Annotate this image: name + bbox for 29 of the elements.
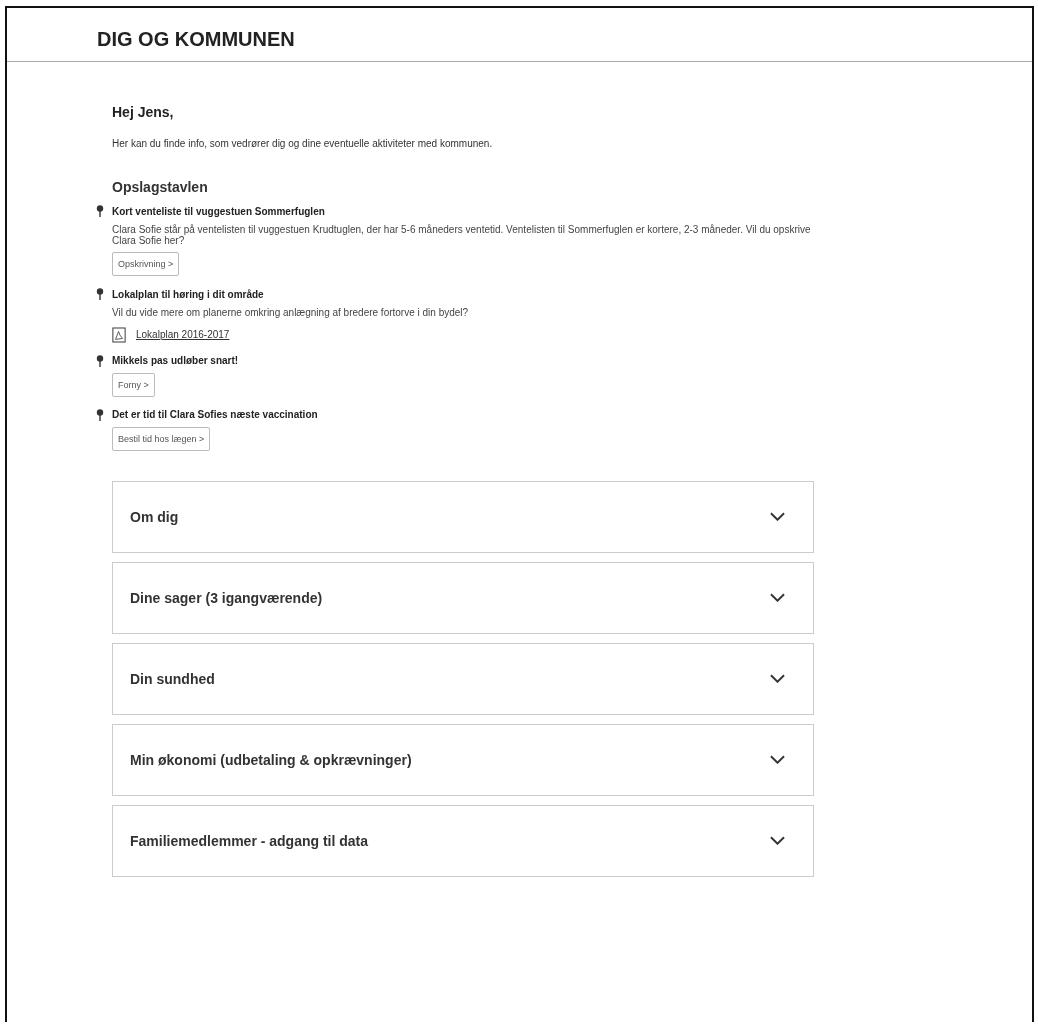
- notice-title: Det er tid til Clara Sofies næste vaccination: [112, 409, 318, 420]
- greeting-heading: Hej Jens,: [112, 104, 175, 120]
- accordion-panel[interactable]: Familiemedlemmer - adgang til data: [112, 804, 814, 877]
- notice-text: Clara Sofie står på ventelisten til vuggestuen Krudtuglen, der har 5-6 måneders ventetid. Ventelisten til Sommerfuglen er kortere, 2-3 måneder. Vil du opskrive Clara Sofie her?: [112, 225, 812, 246]
- action-button[interactable]: Bestil tid hos lægen >: [112, 426, 211, 451]
- accordion-title: Om dig: [130, 508, 179, 525]
- accordion-title: Din sundhed: [130, 670, 215, 687]
- accordion-title: Familiemedlemmer - adgang til data: [130, 832, 369, 849]
- pin-icon: [96, 205, 104, 217]
- section-heading: Opslagstavlen: [112, 179, 209, 195]
- document-link[interactable]: Lokalplan 2016-2017: [136, 329, 230, 340]
- intro-text: Her kan du finde info, som vedrører dig og dine eventuelle aktiviteter med kommunen.: [112, 138, 494, 149]
- pdf-icon: [112, 326, 126, 343]
- accordion-panel[interactable]: Om dig: [112, 480, 814, 553]
- action-button[interactable]: Forny >: [112, 372, 155, 397]
- accordion-panel[interactable]: Din sundhed: [112, 642, 814, 715]
- accordion-panel[interactable]: Dine sager (3 igangværende): [112, 561, 814, 634]
- notice-title: Lokalplan til høring i dit område: [112, 288, 264, 300]
- notice-title: Mikkels pas udløber snart!: [112, 355, 239, 366]
- page-title: DIG OG KOMMUNEN: [97, 28, 296, 51]
- pin-icon: [96, 354, 104, 367]
- notice-text: Vil du vide mere om planerne omkring anlægning af bredere fortorve i din bydel?: [112, 308, 470, 319]
- accordion-panel[interactable]: Min økonomi (udbetaling & opkrævninger): [112, 723, 814, 796]
- pin-icon: [96, 288, 104, 300]
- accordion-title: Min økonomi (udbetaling & opkrævninger): [130, 751, 412, 768]
- notice-title: Kort venteliste til vuggestuen Sommerfuglen: [112, 205, 325, 217]
- accordion-title: Dine sager (3 igangværende): [130, 589, 323, 606]
- pin-icon: [96, 408, 104, 421]
- action-button[interactable]: Opskrivning >: [112, 252, 180, 276]
